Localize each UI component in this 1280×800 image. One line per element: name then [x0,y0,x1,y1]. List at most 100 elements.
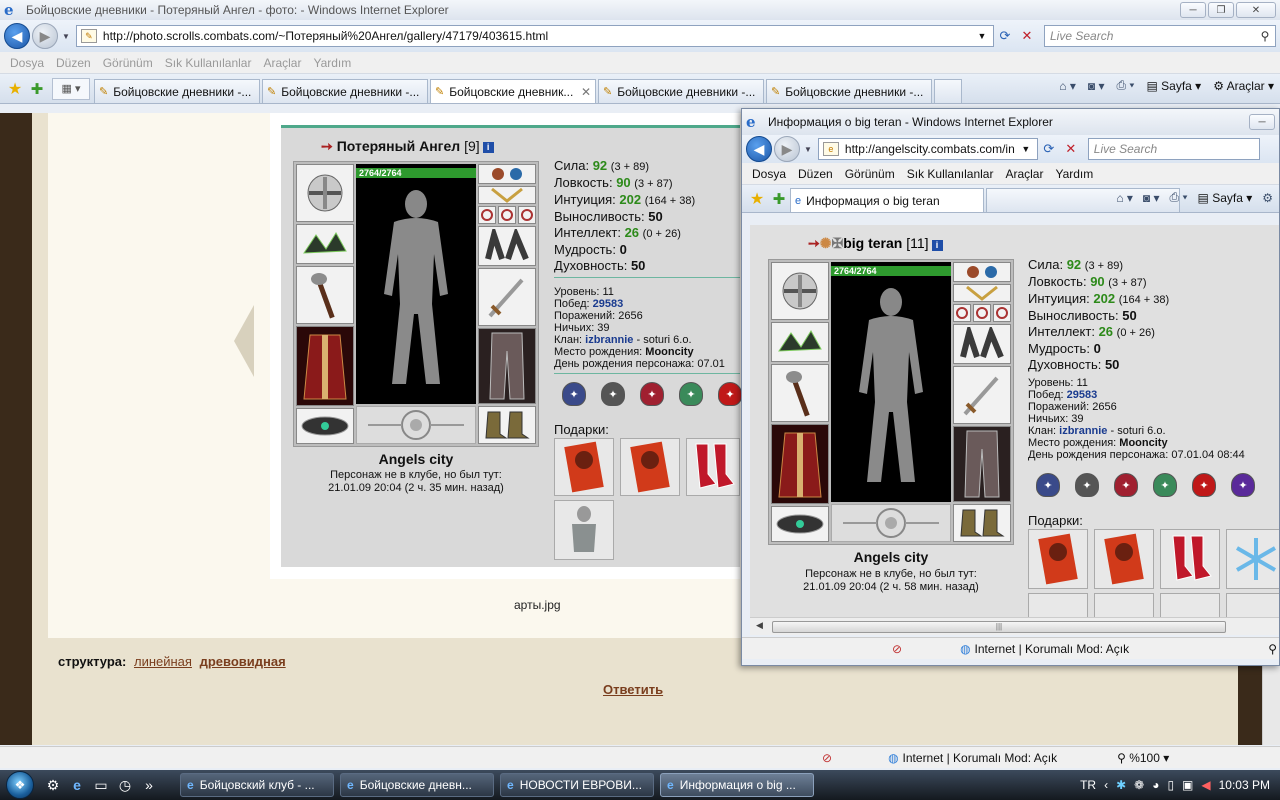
page-menu[interactable]: ▤ Sayfa ▾ [1198,191,1253,205]
volume-icon[interactable]: ◀ [1201,778,1210,792]
close-tab-icon[interactable]: ✕ [581,85,591,99]
pants-icon[interactable] [478,328,536,404]
desktop-quicklaunch-icon[interactable]: ▭ [92,777,110,794]
start-button[interactable]: ❖ [0,770,40,800]
maximize-button[interactable]: ❐ [1208,2,1234,18]
tab-3-active[interactable]: ✎ Бойцовские дневник... ✕ [430,79,596,103]
page-menu[interactable]: ▤ Sayfa ▾ [1146,79,1201,93]
language-indicator[interactable]: TR [1080,778,1096,792]
taskbar-item-4-active[interactable]: e Информация о big ... [660,773,814,797]
forward-button[interactable]: ▶ [774,136,800,162]
armor-robe-icon[interactable] [296,326,354,406]
sword-icon[interactable] [953,366,1011,424]
structure-linear-link[interactable]: линейная [134,654,192,669]
gift-icon[interactable] [1094,593,1154,617]
address-dropdown-icon[interactable]: ▼ [1015,138,1037,160]
ring-icon[interactable] [498,206,516,224]
back-button[interactable]: ◀ [4,23,30,49]
ie-quicklaunch-icon[interactable]: e [68,777,86,794]
tab-5[interactable]: ✎ Бойцовские дневники -... [766,79,932,103]
boots-icon[interactable] [478,406,536,444]
menu-file[interactable]: Dosya [746,167,792,181]
search-icon[interactable]: ⚲ [1255,29,1275,43]
feeds-icon[interactable]: ◙ ▾ [1143,191,1160,205]
history-dropdown-icon[interactable]: ▼ [804,145,812,154]
pants-icon[interactable] [953,426,1011,502]
amulet-icon[interactable] [771,322,829,362]
tab-2[interactable]: ✎ Бойцовские дневники -... [262,79,428,103]
home-icon[interactable]: ⌂ ▾ [1116,191,1133,205]
minimize-button[interactable]: ─ [1180,2,1206,18]
belt-icon[interactable] [296,408,354,444]
scroll-left-icon[interactable]: ◀ [756,620,763,631]
forward-button[interactable]: ▶ [32,23,58,49]
add-favorite-icon[interactable]: ✚ [26,80,48,98]
gift-chocolate-icon[interactable] [1094,529,1154,589]
gift-chocolate-icon[interactable] [1028,529,1088,589]
taskbar-item-1[interactable]: e Бойцовский клуб - ... [180,773,334,797]
favorites-star-icon[interactable]: ★ [4,79,26,99]
helmet-icon[interactable] [296,164,354,222]
zoom-icon[interactable]: ⚲ [1268,642,1279,656]
structure-tree-link[interactable]: древовидная [200,654,286,669]
network-icon[interactable]: ▣ [1182,778,1193,792]
app-quicklaunch-icon[interactable]: ⚙ [44,777,62,794]
address-bar[interactable]: ✎ http://photo.scrolls.combats.com/~Поте… [75,25,994,47]
helmet-icon[interactable] [771,262,829,320]
close-button[interactable]: ✕ [1236,2,1276,18]
reply-link[interactable]: Ответить [603,682,663,697]
tab-1[interactable]: ✎ Бойцовские дневники -... [94,79,260,103]
gift-socks-icon[interactable] [1160,529,1220,589]
battery-icon[interactable]: ▯ [1167,778,1174,792]
tools-menu[interactable]: ⚙ Araçlar ▾ [1213,79,1274,93]
gift-icon[interactable] [1028,593,1088,617]
history-dropdown-icon[interactable]: ▼ [62,32,70,41]
gift-socks-icon[interactable] [686,438,740,496]
earrings-icon[interactable] [478,164,536,184]
tray-expand-icon[interactable]: ‹ [1104,778,1108,792]
stop-icon[interactable]: ✕ [1016,25,1038,47]
add-favorite-icon[interactable]: ✚ [768,190,790,208]
necklace-icon[interactable] [478,186,536,204]
menu-help[interactable]: Yardım [1049,167,1099,181]
gift-icon[interactable] [1226,593,1279,617]
address-url[interactable]: http://angelscity.combats.com/in [845,142,1015,156]
ring-icon[interactable] [478,206,496,224]
amulet-icon[interactable] [296,224,354,264]
weapon-mace-icon[interactable] [771,364,829,422]
sword-icon[interactable] [478,268,536,326]
home-icon[interactable]: ⌂ ▾ [1059,79,1076,93]
zoom-control[interactable]: ⚲ %100 ▾ [1117,751,1169,765]
network-tray-icon[interactable]: ✱ [1116,778,1126,792]
weapon-mace-icon[interactable] [296,266,354,324]
scroll-thumb[interactable]: ||| [772,621,1226,633]
character-photo[interactable]: ➙ Потеряный Ангел [9] i 2764/2764 Angels… [281,125,742,567]
ring-icon[interactable] [953,304,971,322]
menu-view[interactable]: Görünüm [97,56,159,70]
menu-favorites[interactable]: Sık Kullanılanlar [901,167,1000,181]
tab-4[interactable]: ✎ Бойцовские дневники -... [598,79,764,103]
search-input[interactable]: Live Search [1087,138,1260,160]
gloves-icon[interactable] [953,324,1011,364]
menu-tools[interactable]: Araçlar [999,167,1049,181]
feeds-icon[interactable]: ◙ ▾ [1088,79,1105,93]
search-input[interactable]: Live Search ⚲ [1044,25,1276,47]
minimize-button[interactable]: ─ [1249,114,1275,130]
more-quicklaunch-icon[interactable]: » [140,777,158,794]
menu-help[interactable]: Yardım [307,56,357,70]
ring-icon[interactable] [993,304,1011,322]
stop-icon[interactable]: ✕ [1060,138,1082,160]
security-zone[interactable]: Internet | Korumalı Mod: Açık [903,751,1058,765]
boots-icon[interactable] [953,504,1011,542]
info-icon[interactable]: i [931,240,943,251]
media-quicklaunch-icon[interactable]: ◷ [116,777,134,794]
clock[interactable]: 10:03 PM [1219,778,1270,792]
security-zone[interactable]: Internet | Korumalı Mod: Açık [975,642,1130,656]
print-icon[interactable]: ⎙ ▾ [1170,190,1188,205]
refresh-icon[interactable]: ⟳ [994,25,1016,47]
armor-robe-icon[interactable] [771,424,829,504]
tools-gear-icon[interactable]: ⚙ [1262,191,1273,205]
earrings-icon[interactable] [953,262,1011,282]
menu-tools[interactable]: Araçlar [257,56,307,70]
menu-view[interactable]: Görünüm [839,167,901,181]
